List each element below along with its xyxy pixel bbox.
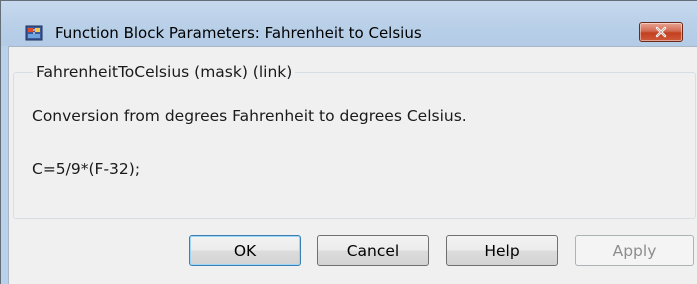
mask-formula: C=5/9*(F-32); <box>32 160 141 178</box>
ok-button[interactable]: OK <box>189 235 301 266</box>
close-button[interactable] <box>639 22 683 42</box>
cancel-button[interactable]: Cancel <box>317 235 429 266</box>
dialog-content: FahrenheitToCelsius (mask) (link) Conver… <box>8 46 697 284</box>
close-icon <box>654 23 668 42</box>
help-button[interactable]: Help <box>446 235 558 266</box>
simulink-block-icon <box>25 24 43 42</box>
group-legend: FahrenheitToCelsius (mask) (link) <box>33 62 296 82</box>
mask-parameters-group <box>13 72 696 219</box>
mask-description: Conversion from degrees Fahrenheit to de… <box>32 107 467 125</box>
apply-button: Apply <box>575 235 694 266</box>
dialog-window: Function Block Parameters: Fahrenheit to… <box>0 0 697 284</box>
window-title: Function Block Parameters: Fahrenheit to… <box>55 24 422 42</box>
title-bar[interactable]: Function Block Parameters: Fahrenheit to… <box>1 1 697 46</box>
